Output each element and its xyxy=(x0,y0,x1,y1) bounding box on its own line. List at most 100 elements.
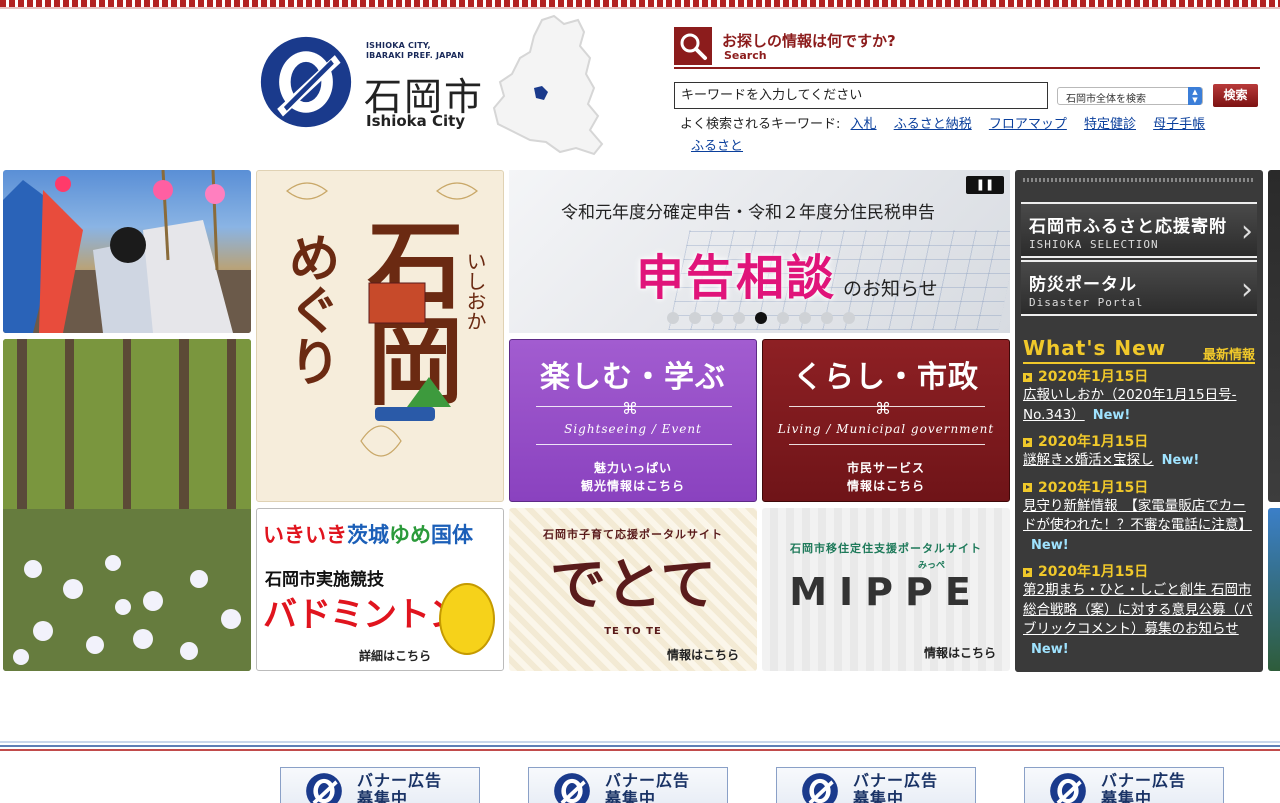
slider-dot[interactable] xyxy=(799,312,811,324)
search-scope-select[interactable]: 石岡市全体を検索 ▲ ▼ xyxy=(1057,87,1203,105)
slider-dot[interactable] xyxy=(711,312,723,324)
detote-childcare-banner[interactable]: 石岡市子育て応援ポータルサイト でとて TE TO TE 情報はこちら xyxy=(509,508,757,671)
news-title-text: 第2期まち・ひと・しごと創生 石岡市総合戦略（案）に対する意見公募（パブリックコ… xyxy=(1023,582,1253,637)
search-scope-value: 石岡市全体を検索 xyxy=(1066,94,1146,105)
ad-banner[interactable]: バナー広告 募集中 xyxy=(528,767,728,803)
search-input[interactable] xyxy=(674,82,1048,109)
news-title-link[interactable]: 謎解き×婚活×宝探し New! xyxy=(1023,451,1257,471)
keyword-link[interactable]: 特定健診 xyxy=(1084,117,1136,132)
news-item: 2020年1月15日第2期まち・ひと・しごと創生 石岡市総合戦略（案）に対する意… xyxy=(1023,563,1257,659)
sightseeing-event-tile[interactable]: 楽しむ・学ぶ ⌘ Sightseeing / Event 魅力いっぱい 観光情報… xyxy=(509,339,757,502)
news-date: 2020年1月15日 xyxy=(1023,433,1257,451)
news-slider[interactable]: 令和元年度分確定申告・令和２年度分住民税申告 申告相談 のお知らせ ❚❚ xyxy=(509,170,1010,333)
news-date-text: 2020年1月15日 xyxy=(1038,369,1149,385)
news-title-link[interactable]: 見守り新鮮情報 【家電量販店でカードが使われた！？不審な電話に注意】 New! xyxy=(1023,497,1257,556)
news-title-link[interactable]: 第2期まち・ひと・しごと創生 石岡市総合戦略（案）に対する意見公募（パブリックコ… xyxy=(1023,581,1257,659)
keyword-link[interactable]: 母子手帳 xyxy=(1153,117,1205,132)
sightseeing-english: Sightseeing / Event xyxy=(564,422,702,436)
city-emblem-icon xyxy=(1050,773,1086,803)
furusato-donation-link[interactable]: 石岡市ふるさと応援寄附 ISHIOKA SELECTION › xyxy=(1021,202,1257,258)
disaster-portal-label: 防災ポータル xyxy=(1029,275,1137,295)
iris-forest-photo-art xyxy=(3,339,251,671)
popular-keywords-label: よく検索されるキーワード: xyxy=(680,117,841,132)
popular-keywords: よく検索されるキーワード: 入札 ふるさと納税 フロアマップ 特定健診 母子手帳… xyxy=(680,114,1240,158)
pause-button[interactable]: ❚❚ xyxy=(966,176,1004,194)
site-logo[interactable]: ISHIOKA CITY, IBARAKI PREF. JAPAN 石岡市 Is… xyxy=(258,30,498,140)
mippe-migration-banner[interactable]: 石岡市移住定住支援ポータルサイト みっぺ MIPPE 情報はこちら xyxy=(762,508,1010,671)
news-title-link[interactable]: 広報いしおか（2020年1月15日号-No.343） New! xyxy=(1023,386,1257,425)
news-title-text: 謎解き×婚活×宝探し xyxy=(1023,452,1154,468)
furusato-donation-label: 石岡市ふるさと応援寄附 xyxy=(1029,217,1227,237)
slider-dot[interactable] xyxy=(843,312,855,324)
ad-banner-line2: 募集中 xyxy=(605,789,657,803)
bottom-decorative-band xyxy=(0,741,1280,753)
ad-banner-text: バナー広告 募集中 xyxy=(357,772,442,803)
search-header: お探しの情報は何ですか? Search xyxy=(674,27,1260,69)
slider-caption-tail: のお知らせ xyxy=(843,278,938,300)
disaster-portal-link[interactable]: 防災ポータル Disaster Portal › xyxy=(1021,260,1257,316)
mascot-icon xyxy=(439,583,495,655)
ad-banner-text: バナー広告 募集中 xyxy=(853,772,938,803)
whats-new-rule xyxy=(1023,362,1255,364)
right-edge-photo[interactable] xyxy=(1268,508,1280,671)
ad-banner-line1: バナー広告 xyxy=(357,771,443,790)
news-date: 2020年1月15日 xyxy=(1023,479,1257,497)
search-subtitle: Search xyxy=(724,49,767,62)
slider-dot[interactable] xyxy=(733,312,745,324)
sightseeing-sub1: 魅力いっぱい xyxy=(593,461,672,475)
slider-caption-main: 申告相談 xyxy=(636,250,837,306)
ad-banner-text: バナー広告 募集中 xyxy=(605,772,690,803)
living-municipal-tile[interactable]: くらし・市政 ⌘ Living / Municipal government 市… xyxy=(762,339,1010,502)
mippe-logo: MIPPE xyxy=(789,570,983,614)
ishioka-meguri-banner[interactable]: めぐり 石岡 いしおか xyxy=(256,170,504,502)
magnifier-icon xyxy=(680,33,707,60)
kokutai-title-a: いきいき xyxy=(263,523,347,547)
right-panel: 石岡市ふるさと応援寄附 ISHIOKA SELECTION › 防災ポータル D… xyxy=(1015,170,1263,672)
news-date-text: 2020年1月15日 xyxy=(1038,564,1149,580)
detote-english: TE TO TE xyxy=(604,626,662,637)
panel-top-decoration xyxy=(1023,178,1255,182)
slider-dot[interactable] xyxy=(667,312,679,324)
sightseeing-title: 楽しむ・学ぶ xyxy=(540,360,726,395)
festival-photo-art xyxy=(3,170,251,333)
keyword-link[interactable]: ふるさと納税 xyxy=(894,117,972,132)
slider-dot[interactable] xyxy=(755,312,767,324)
living-sub1: 市民サービス xyxy=(846,461,925,475)
search-button[interactable]: 検索 xyxy=(1213,84,1258,107)
slider-caption-top: 令和元年度分確定申告・令和２年度分住民税申告 xyxy=(561,203,935,223)
ad-banner-line2: 募集中 xyxy=(357,789,409,803)
ad-banner-line1: バナー広告 xyxy=(605,771,691,790)
iris-forest-photo[interactable] xyxy=(3,339,251,671)
divider xyxy=(536,444,732,445)
ribbon-icon: ⌘ xyxy=(875,399,891,418)
slider-dot[interactable] xyxy=(689,312,701,324)
news-item: 2020年1月15日 見守り新鮮情報 【家電量販店でカードが使われた！？不審な電話… xyxy=(1023,479,1257,556)
furusato-donation-english: ISHIOKA SELECTION xyxy=(1029,238,1159,251)
kokutai-more: 詳細はこちら xyxy=(358,649,431,663)
divider xyxy=(789,444,985,445)
news-date-text: 2020年1月15日 xyxy=(1038,434,1149,450)
ad-banner[interactable]: バナー広告 募集中 xyxy=(1024,767,1224,803)
arrow-bullet-icon xyxy=(1023,437,1032,447)
detote-more: 情報はこちら xyxy=(666,648,739,662)
keyword-link[interactable]: ふるさと xyxy=(691,139,743,154)
living-english: Living / Municipal government xyxy=(777,422,995,436)
kokutai-badminton-banner[interactable]: いきいき茨城ゆめ国体 石岡市実施競技 バドミントン 詳細はこちら xyxy=(256,508,504,671)
city-emblem-icon xyxy=(554,773,590,803)
keyword-link[interactable]: 入札 xyxy=(851,117,877,132)
slider-dot[interactable] xyxy=(777,312,789,324)
slider-dot[interactable] xyxy=(821,312,833,324)
keyword-link[interactable]: フロアマップ xyxy=(989,117,1067,132)
chevron-right-icon: › xyxy=(1241,272,1253,307)
ad-banner[interactable]: バナー広告 募集中 xyxy=(280,767,480,803)
ad-banner-text: バナー広告 募集中 xyxy=(1101,772,1186,803)
meguri-ornament xyxy=(286,182,478,457)
new-badge: New! xyxy=(1161,453,1200,468)
ad-banner[interactable]: バナー広告 募集中 xyxy=(776,767,976,803)
ad-banner-line2: 募集中 xyxy=(853,789,905,803)
festival-photo[interactable] xyxy=(3,170,251,333)
right-edge-photo[interactable] xyxy=(1268,170,1280,502)
living-sub2: 情報はこちら xyxy=(846,479,925,493)
new-badge: New! xyxy=(1031,537,1069,553)
ad-banner-line2: 募集中 xyxy=(1101,789,1153,803)
